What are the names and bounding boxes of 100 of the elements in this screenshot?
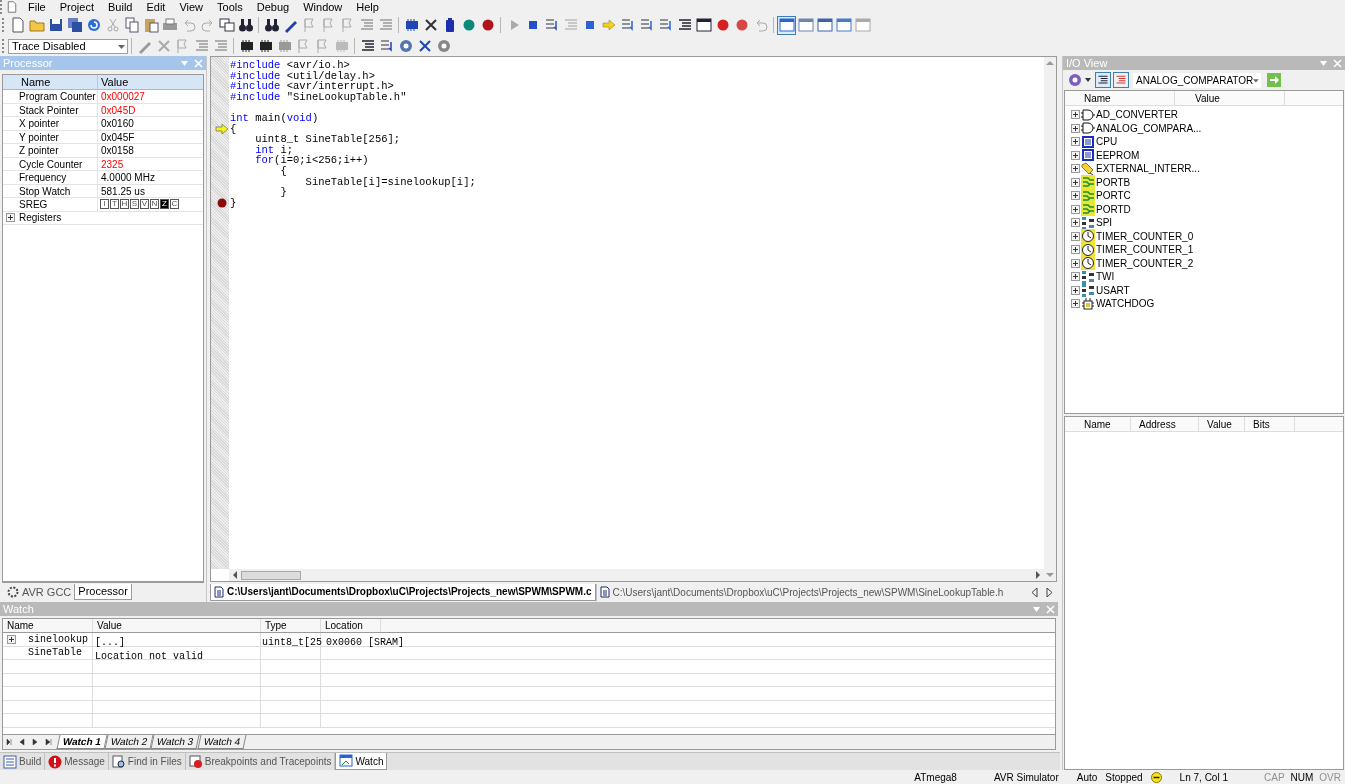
- column-header[interactable]: Value: [97, 75, 189, 89]
- menu-item[interactable]: Help: [356, 0, 379, 14]
- expand-icon[interactable]: [1071, 245, 1080, 255]
- expand-icon[interactable]: [7, 634, 16, 644]
- left-arrow-icon[interactable]: [1031, 587, 1039, 597]
- expand-icon[interactable]: [1071, 218, 1080, 228]
- tree-item[interactable]: TWI: [1065, 270, 1343, 284]
- expand-icon[interactable]: [1071, 285, 1080, 295]
- toolbar-button[interactable]: [1095, 72, 1111, 88]
- panel-tab[interactable]: AVR GCC: [4, 584, 75, 600]
- tree-item[interactable]: TIMER_COUNTER_0: [1065, 229, 1343, 243]
- expand-icon[interactable]: [1071, 272, 1080, 282]
- status-icon: [1150, 771, 1162, 783]
- trace-combo[interactable]: Trace Disabled: [8, 38, 128, 54]
- tree-item[interactable]: PORTC: [1065, 189, 1343, 203]
- expand-icon[interactable]: [6, 213, 15, 223]
- down-arrow-icon[interactable]: [1046, 571, 1054, 579]
- watch-tab[interactable]: Watch 3: [150, 735, 201, 749]
- toolbar-button[interactable]: [65, 15, 84, 35]
- menu-item[interactable]: Build: [108, 0, 133, 14]
- tree-item[interactable]: TIMER_COUNTER_2: [1065, 256, 1343, 270]
- binoculars-icon: [237, 17, 254, 33]
- lines-icon: [676, 17, 693, 33]
- column-header[interactable]: Address: [1131, 417, 1199, 431]
- tree-item[interactable]: USART: [1065, 283, 1343, 297]
- tree-item[interactable]: PORTD: [1065, 202, 1343, 216]
- register-name: Registers: [18, 211, 63, 225]
- expand-icon[interactable]: [1071, 231, 1080, 241]
- navigation-icon[interactable]: [6, 738, 13, 746]
- toolbar-button[interactable]: [694, 15, 713, 35]
- tree-item[interactable]: AD_CONVERTER: [1065, 108, 1343, 122]
- column-header[interactable]: Name: [1065, 417, 1131, 431]
- register-value: 0x045F: [97, 130, 189, 143]
- tree-item[interactable]: CPU: [1065, 135, 1343, 149]
- watch-tab[interactable]: Watch 2: [104, 735, 154, 749]
- output-tab[interactable]: Watch: [335, 753, 388, 770]
- expand-icon[interactable]: [1071, 191, 1080, 201]
- left-arrow-icon[interactable]: [231, 571, 239, 579]
- tree-item[interactable]: EXTERNAL_INTERR...: [1065, 162, 1343, 176]
- lines-icon: [1097, 74, 1109, 86]
- tree-item[interactable]: SPI: [1065, 216, 1343, 230]
- tree-item[interactable]: WATCHDOG: [1065, 297, 1343, 311]
- menu-item[interactable]: Project: [59, 0, 94, 14]
- expand-icon[interactable]: [1071, 164, 1080, 174]
- windows-icon: [218, 17, 235, 33]
- file-tab[interactable]: C:\Users\jant\Documents\Dropbox\uC\Projects\Projects_new\SPWM\SineLookupTable.h: [595, 583, 1007, 601]
- watch-value: Location not valid: [95, 650, 204, 662]
- tree-item[interactable]: ANALOG_COMPARA...: [1065, 121, 1343, 135]
- refresh-icon: [85, 17, 102, 33]
- register-name: Frequency: [18, 171, 68, 184]
- mode-label: Auto: [1076, 770, 1098, 784]
- navigation-icon[interactable]: [45, 738, 52, 746]
- expand-icon[interactable]: [1071, 110, 1080, 120]
- menu-item[interactable]: View: [179, 0, 204, 14]
- menu-item[interactable]: Debug: [256, 0, 290, 14]
- expand-icon[interactable]: [1071, 258, 1080, 268]
- expand-icon[interactable]: [1071, 150, 1080, 160]
- go-button[interactable]: [1267, 73, 1281, 87]
- chip-icon: [276, 38, 293, 54]
- code-line: #include <avr/interrupt.h>: [230, 80, 394, 93]
- status-flag: T: [110, 199, 119, 210]
- code-line: SineTable[i]=sinelookup[i];: [304, 175, 476, 188]
- menu-item[interactable]: Tools: [217, 0, 243, 14]
- tree-item[interactable]: TIMER_COUNTER_1: [1065, 243, 1343, 257]
- menu-item[interactable]: Edit: [146, 0, 166, 14]
- horizontal-scrollbar[interactable]: [229, 569, 1044, 581]
- expand-icon[interactable]: [1071, 177, 1080, 187]
- up-arrow-icon[interactable]: [1046, 59, 1054, 67]
- expand-icon[interactable]: [1071, 123, 1080, 133]
- dropdown-icon[interactable]: [1085, 77, 1091, 83]
- watch-tab[interactable]: Watch 4: [197, 735, 247, 749]
- save-all-icon: [66, 17, 83, 33]
- column-header[interactable]: Name: [3, 619, 93, 632]
- grid-icon: [1081, 215, 1095, 230]
- expand-icon[interactable]: [1071, 137, 1080, 147]
- code-line: #include <avr/io.h>: [230, 59, 350, 71]
- column-header[interactable]: Value: [1175, 91, 1285, 105]
- tree-item[interactable]: PORTB: [1065, 175, 1343, 189]
- module-combo[interactable]: ANALOG_COMPARATOR: [1133, 72, 1261, 88]
- column-header[interactable]: Location: [321, 619, 381, 632]
- column-header[interactable]: Bits: [1245, 417, 1295, 431]
- column-header[interactable]: Value: [1199, 417, 1245, 431]
- column-header[interactable]: Value: [93, 619, 261, 632]
- column-header[interactable]: Name: [17, 75, 97, 89]
- vertical-scrollbar[interactable]: [1044, 57, 1056, 581]
- column-header[interactable]: Type: [261, 619, 321, 632]
- watch-tab[interactable]: Watch 1: [56, 735, 108, 749]
- menu-item[interactable]: Window: [303, 0, 343, 14]
- column-header[interactable]: Name: [1065, 91, 1175, 105]
- panel-tab[interactable]: Processor: [74, 584, 132, 600]
- chip-icon: [257, 38, 274, 54]
- scroll-thumb[interactable]: [241, 570, 301, 580]
- lines-icon: [358, 17, 375, 33]
- menu-item[interactable]: File: [28, 0, 46, 14]
- printer-icon: [161, 17, 178, 33]
- tree-item[interactable]: EEPROM: [1065, 148, 1343, 162]
- window-icon: [854, 17, 871, 33]
- expand-icon[interactable]: [1071, 299, 1080, 309]
- file-tab[interactable]: C:\Users\jant\Documents\Dropbox\uC\Projects\Projects_new\SPWM\SPWM.c: [210, 583, 596, 601]
- expand-icon[interactable]: [1071, 204, 1080, 214]
